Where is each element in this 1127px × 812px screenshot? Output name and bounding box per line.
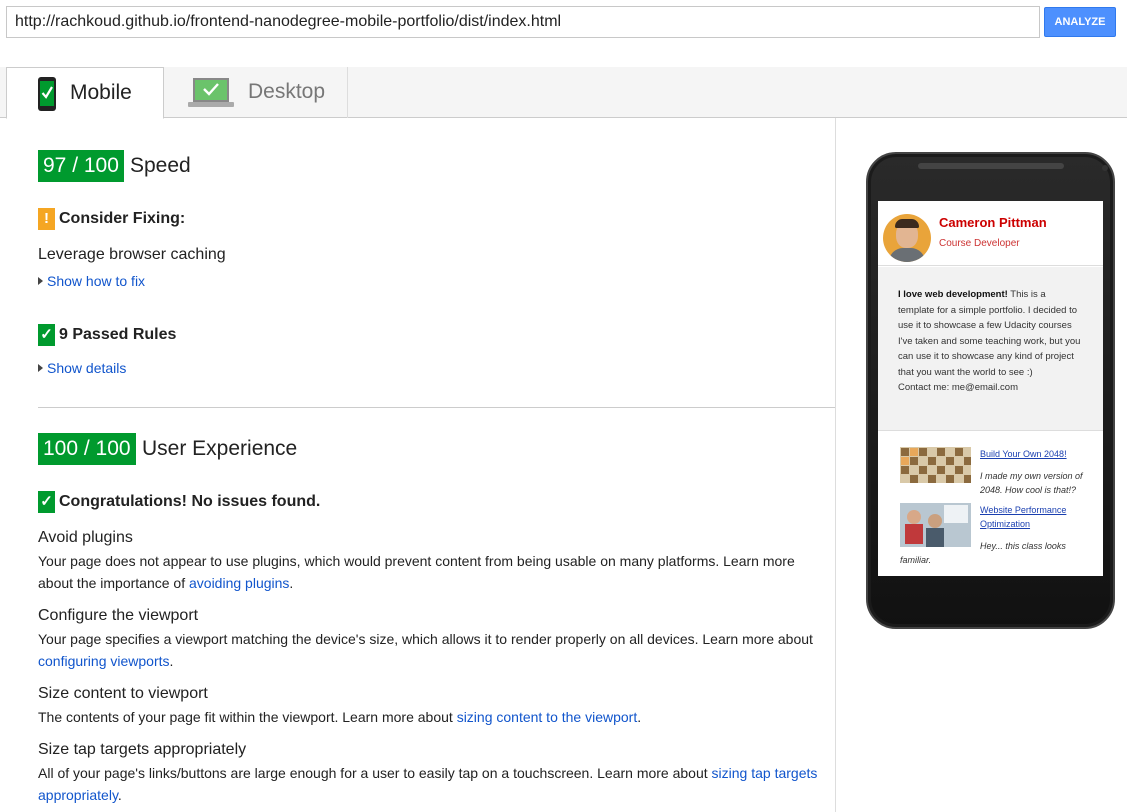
bio-contact: Contact me: me@email.com: [898, 382, 1018, 393]
mobile-preview-screen: Cameron Pittman Course Developer I love …: [878, 201, 1103, 576]
preview-name: Cameron Pittman: [939, 215, 1047, 230]
ux-heading: User Experience: [142, 437, 298, 460]
desktop-icon: [188, 77, 234, 127]
bio-text: This is a template for a simple portfoli…: [898, 289, 1081, 378]
avatar: [883, 214, 931, 262]
sizing-content-link[interactable]: sizing content to the viewport: [457, 709, 638, 725]
consider-fixing-heading: ! Consider Fixing:: [38, 208, 185, 230]
expand-triangle-icon: [38, 364, 43, 373]
preview-project-perf: Website Performance Optimization Hey... …: [900, 503, 1085, 573]
tab-desktop[interactable]: Desktop: [164, 67, 348, 118]
rule-title-tap-targets: Size tap targets appropriately: [38, 741, 247, 758]
project-perf-link[interactable]: Website Performance Optimization: [980, 503, 1090, 531]
ux-score-badge: 100 / 100: [38, 433, 136, 465]
expand-triangle-icon: [38, 277, 43, 286]
preview-role: Course Developer: [939, 238, 1020, 249]
project-2048-link[interactable]: Build Your Own 2048!: [980, 447, 1090, 461]
warning-icon: !: [38, 208, 55, 230]
show-how-to-fix-label: Show how to fix: [47, 273, 146, 289]
rule-title-avoid-plugins: Avoid plugins: [38, 529, 133, 546]
preview-project-2048: Build Your Own 2048! I made my own versi…: [900, 447, 1085, 497]
speed-score-badge: 97 / 100: [38, 150, 124, 182]
check-icon: ✓: [38, 491, 55, 513]
url-input[interactable]: http://rachkoud.github.io/frontend-nanod…: [6, 6, 1040, 38]
passed-rules-heading: ✓ 9 Passed Rules: [38, 324, 176, 346]
tab-mobile-label: Mobile: [70, 81, 132, 104]
rule-title-viewport: Configure the viewport: [38, 607, 199, 624]
rule-desc-avoid-plugins: Your page does not appear to use plugins…: [38, 553, 795, 591]
consider-fixing-label: Consider Fixing:: [59, 210, 186, 227]
analyze-button[interactable]: ANALYZE: [1044, 7, 1116, 37]
show-details-link[interactable]: Show details: [38, 359, 126, 377]
rule-title-size-content: Size content to viewport: [38, 685, 208, 702]
passed-rules-label: 9 Passed Rules: [59, 326, 177, 343]
project-2048-desc: I made my own version of 2048. How cool …: [980, 471, 1083, 495]
rule-title-caching: Leverage browser caching: [38, 246, 226, 263]
congrats-heading: ✓ Congratulations! No issues found.: [38, 491, 320, 513]
tab-mobile[interactable]: Mobile: [6, 67, 164, 119]
device-tabs: Mobile Desktop: [0, 67, 1127, 119]
rule-desc-tap-targets: All of your page's links/buttons are lar…: [38, 765, 818, 803]
preview-header: Cameron Pittman Course Developer: [878, 201, 1103, 266]
phone-speaker: [918, 163, 1064, 169]
preview-bio: I love web development! This is a templa…: [878, 267, 1103, 431]
mobile-icon: [38, 77, 56, 130]
project-perf-desc: Hey... this class looks familiar.: [900, 541, 1066, 565]
show-how-to-fix-link[interactable]: Show how to fix: [38, 272, 145, 290]
speed-heading: Speed: [130, 154, 191, 177]
congrats-label: Congratulations! No issues found.: [59, 493, 321, 510]
configuring-viewports-link[interactable]: configuring viewports: [38, 653, 170, 669]
project-2048-thumbnail: [900, 447, 971, 483]
bio-bold-text: I love web development!: [898, 289, 1008, 300]
section-divider: [38, 407, 835, 408]
column-divider: [835, 118, 836, 812]
rule-desc-size-content: The contents of your page fit within the…: [38, 709, 642, 725]
show-details-label: Show details: [47, 360, 127, 376]
phone-camera: [1102, 165, 1108, 171]
check-icon: ✓: [38, 324, 55, 346]
rule-desc-viewport: Your page specifies a viewport matching …: [38, 631, 813, 669]
avoiding-plugins-link[interactable]: avoiding plugins: [189, 575, 289, 591]
tab-desktop-label: Desktop: [248, 80, 326, 103]
